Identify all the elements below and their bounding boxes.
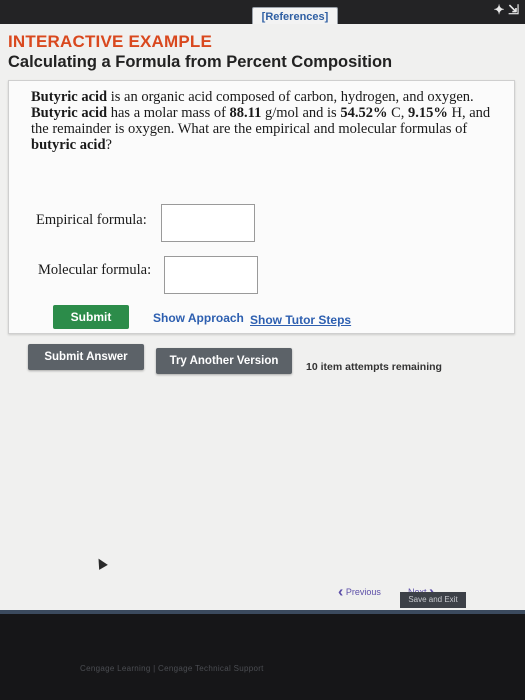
chevron-left-icon: ‹ [338,583,344,601]
attempts-remaining: 10 item attempts remaining [306,361,442,373]
molecular-formula-input[interactable] [164,256,258,294]
example-title: Calculating a Formula from Percent Compo… [8,53,393,71]
submit-answer-button[interactable]: Submit Answer [28,344,144,370]
footer-bar: Cengage Learning | Cengage Technical Sup… [0,614,525,700]
top-bar: [References] ✦ ⇲ [0,0,525,27]
footer-links[interactable]: Cengage Learning | Cengage Technical Sup… [80,664,264,673]
carbon-label: C, [387,105,408,121]
hydrogen-label: H, and [447,105,491,121]
interactive-example-label: INTERACTIVE EXAMPLE [8,32,213,51]
molar-mass-unit: g/mol and is [261,105,341,121]
molecular-formula-label: Molecular formula: [38,262,152,278]
compound-name-2: Butyric acid [31,105,108,121]
previous-button[interactable]: ‹ Previous [338,582,400,602]
show-approach-link[interactable]: Show Approach [153,311,244,325]
question-line-2: has a molar mass of [107,105,230,121]
try-another-version-button[interactable]: Try Another Version [156,348,292,374]
compound-name: Butyric acid [31,89,108,105]
percent-carbon: 54.52% [340,105,388,121]
show-tutor-steps-link[interactable]: Show Tutor Steps [250,313,351,327]
molar-mass-value: 88.11 [229,105,262,121]
empirical-formula-input[interactable] [161,204,255,242]
question-text: Butyric acid is an organic acid composed… [31,89,509,153]
empirical-formula-label: Empirical formula: [36,212,147,228]
question-mark: ? [105,137,112,153]
compound-name-3: butyric acid [31,137,106,153]
mouse-cursor-icon [94,556,108,570]
previous-label: Previous [345,587,381,597]
question-line-3: the remainder is oxygen. What are the em… [31,121,468,137]
top-right-icons[interactable]: ✦ ⇲ [494,2,519,18]
submit-button[interactable]: Submit [53,305,129,329]
content-page: INTERACTIVE EXAMPLE Calculating a Formul… [0,24,525,614]
percent-hydrogen: 9.15% [408,105,448,121]
question-card: Butyric acid is an organic acid composed… [8,80,515,334]
save-and-exit-button[interactable]: Save and Exit [400,592,466,608]
question-line-1: is an organic acid composed of carbon, h… [107,89,474,105]
